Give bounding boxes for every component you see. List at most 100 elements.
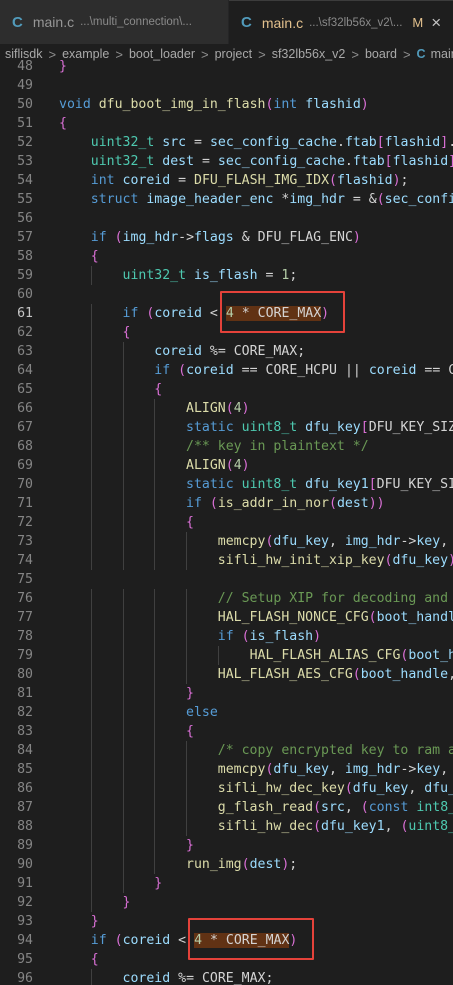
code-line[interactable]: 92 } (0, 893, 453, 912)
code-text: { (122, 325, 131, 340)
line-number: 63 (17, 344, 33, 359)
code-line[interactable]: 65 { (0, 380, 453, 399)
code-line[interactable]: 67 static uint8_t dfu_key[DFU_KEY_SIZE] (0, 418, 453, 437)
code-text: sifli_hw_dec(dfu_key1, (uint8_t (217, 819, 453, 834)
code-text: /* copy encrypted key to ram as (217, 743, 453, 758)
line-number: 79 (17, 648, 33, 663)
code-line[interactable]: 71 if (is_addr_in_nor(dest)) (0, 494, 453, 513)
line-number: 51 (17, 116, 33, 131)
code-line[interactable]: 72 { (0, 513, 453, 532)
line-number: 85 (17, 762, 33, 777)
line-number: 62 (17, 325, 33, 340)
line-number: 73 (17, 534, 33, 549)
line-number: 55 (17, 192, 33, 207)
line-number: 82 (17, 705, 33, 720)
close-icon[interactable]: × (431, 13, 441, 33)
line-number: 71 (17, 496, 33, 511)
tab-filename: main.c (261, 14, 304, 31)
code-text: void dfu_boot_img_in_flash(int flashid) (59, 97, 369, 112)
code-line[interactable]: 68 /** key in plaintext */ (0, 437, 453, 456)
code-line[interactable]: 62 { (0, 323, 453, 342)
code-line[interactable]: 59 uint32_t is_flash = 1; (0, 266, 453, 285)
code-line[interactable]: 80 HAL_FLASH_AES_CFG(boot_handle, 1 (0, 665, 453, 684)
line-number: 53 (17, 154, 33, 169)
code-line[interactable]: 84 /* copy encrypted key to ram as (0, 741, 453, 760)
line-number: 83 (17, 724, 33, 739)
code-line[interactable]: 81 } (0, 684, 453, 703)
code-line[interactable]: 85 memcpy(dfu_key, img_hdr->key, si (0, 760, 453, 779)
line-number: 94 (17, 933, 33, 948)
code-line[interactable]: 58 { (0, 247, 453, 266)
code-line[interactable]: 50 void dfu_boot_img_in_flash(int flashid… (0, 95, 453, 114)
code-text: } (154, 876, 163, 891)
code-line[interactable]: 88 sifli_hw_dec(dfu_key1, (uint8_t (0, 817, 453, 836)
code-line[interactable]: 63 coreid %= CORE_MAX; (0, 342, 453, 361)
code-line[interactable]: 70 static uint8_t dfu_key1[DFU_KEY_SIZE (0, 475, 453, 494)
code-line[interactable]: 83 { (0, 722, 453, 741)
code-line[interactable]: 87 g_flash_read(src, (const int8_t (0, 798, 453, 817)
code-text: ALIGN(4) (186, 458, 250, 473)
line-number: 96 (17, 971, 33, 985)
code-line[interactable]: 49 (0, 76, 453, 95)
code-text: else (186, 705, 218, 720)
code-line[interactable]: 53 uint32_t dest = sec_config_cache.ftab… (0, 152, 453, 171)
code-line[interactable]: 95 { (0, 950, 453, 969)
code-line[interactable]: 75 (0, 570, 453, 589)
code-line[interactable]: 76 // Setup XIP for decoding and ru (0, 589, 453, 608)
code-text: run_img(dest); (186, 857, 298, 872)
line-number: 90 (17, 857, 33, 872)
code-text: static uint8_t dfu_key[DFU_KEY_SIZE] (186, 420, 453, 435)
line-number: 50 (17, 97, 33, 112)
line-number: 92 (17, 895, 33, 910)
line-number: 74 (17, 553, 33, 568)
tab-main-c-multi-connection[interactable]: C main.c ...\multi_connection\... (0, 0, 229, 44)
code-line[interactable]: 55 struct image_header_enc *img_hdr = &(… (0, 190, 453, 209)
code-line[interactable]: 52 uint32_t src = sec_config_cache.ftab[… (0, 133, 453, 152)
code-text: coreid %= CORE_MAX; (154, 344, 306, 359)
code-line[interactable]: 64 if (coreid == CORE_HCPU || coreid == … (0, 361, 453, 380)
code-editor[interactable]: 48} 49 50 void dfu_boot_img_in_flash(int fl… (0, 58, 453, 985)
code-line[interactable]: 57 if (img_hdr->flags & DFU_FLAG_ENC) (0, 228, 453, 247)
code-line[interactable]: 73 memcpy(dfu_key, img_hdr->key, si (0, 532, 453, 551)
code-text: } (59, 59, 67, 74)
code-line[interactable]: 69 ALIGN(4) (0, 456, 453, 475)
code-text: HAL_FLASH_AES_CFG(boot_handle, 1 (217, 667, 453, 682)
code-line[interactable]: 74 sifli_hw_init_xip_key(dfu_key); (0, 551, 453, 570)
code-line[interactable]: 77 HAL_FLASH_NONCE_CFG(boot_handle, (0, 608, 453, 627)
code-text: memcpy(dfu_key, img_hdr->key, si (217, 762, 449, 777)
line-number: 84 (17, 743, 33, 758)
code-line[interactable]: 56 (0, 209, 453, 228)
line-number: 91 (17, 876, 33, 891)
code-text: if (coreid == CORE_HCPU || coreid == COR (154, 363, 453, 378)
code-text: uint32_t src = sec_config_cache.ftab[fla… (90, 135, 453, 150)
code-line[interactable]: 54 int coreid = DFU_FLASH_IMG_IDX(flashi… (0, 171, 453, 190)
code-text: g_flash_read(src, (const int8_t (217, 800, 453, 815)
line-number: 93 (17, 914, 33, 929)
code-line[interactable]: 78 if (is_flash) (0, 627, 453, 646)
code-line[interactable]: 82 else (0, 703, 453, 722)
line-number: 88 (17, 819, 33, 834)
line-number: 54 (17, 173, 33, 188)
code-line[interactable]: 90 run_img(dest); (0, 855, 453, 874)
code-text: { (186, 724, 194, 739)
line-number: 81 (17, 686, 33, 701)
tab-filename: main.c (32, 14, 75, 30)
line-number: 68 (17, 439, 33, 454)
code-line[interactable]: 89 } (0, 836, 453, 855)
line-number: 61 (17, 306, 33, 321)
code-line[interactable]: 66 ALIGN(4) (0, 399, 453, 418)
code-text: /** key in plaintext */ (186, 439, 369, 454)
code-line[interactable]: 96 coreid %= CORE_MAX; (0, 969, 453, 985)
code-line[interactable]: 51 { (0, 114, 453, 133)
code-line[interactable]: 86 sifli_hw_dec_key(dfu_key, dfu_ke (0, 779, 453, 798)
line-number: 75 (17, 572, 33, 587)
line-number: 67 (17, 420, 33, 435)
code-text: coreid %= CORE_MAX; (122, 971, 274, 985)
code-line[interactable]: 48} (0, 58, 453, 76)
code-line[interactable]: 91 } (0, 874, 453, 893)
tab-path: ...\sf32lb56x_v2\... (309, 16, 403, 29)
tab-main-c-sf32lb56x-v2[interactable]: C main.c ...\sf32lb56x_v2\... M × (229, 0, 453, 44)
code-line[interactable]: 79 HAL_FLASH_ALIAS_CFG(boot_han (0, 646, 453, 665)
code-text: memcpy(dfu_key, img_hdr->key, si (217, 534, 449, 549)
line-number: 78 (17, 629, 33, 644)
